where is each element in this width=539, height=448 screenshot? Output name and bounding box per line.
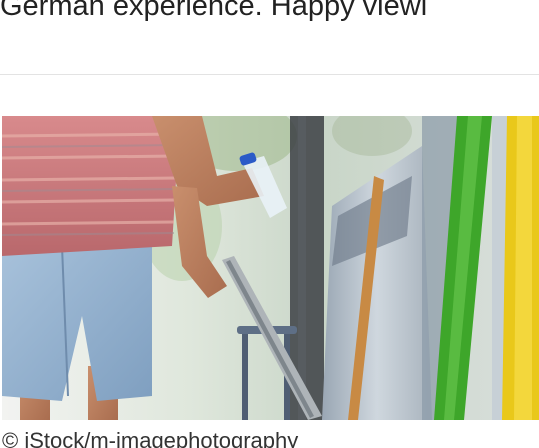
article-photo <box>2 116 539 420</box>
recycling-photo-illustration <box>2 116 539 420</box>
image-caption: © iStock/m-imagephotography <box>2 428 299 448</box>
section-divider <box>0 74 539 75</box>
article-intro-text: German experience. Happy viewi <box>0 0 428 22</box>
